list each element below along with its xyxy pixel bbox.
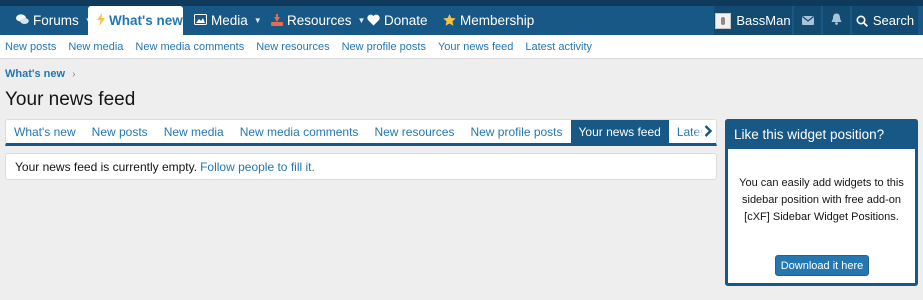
tab-new-profile-posts[interactable]: New profile posts [462, 120, 570, 143]
alerts-button[interactable] [823, 6, 850, 35]
page-title: Your news feed [5, 89, 136, 110]
chevron-right-icon: › [72, 68, 76, 80]
download-button[interactable]: Download it here [775, 255, 869, 276]
tab-row: What's new New posts New media New media… [6, 120, 716, 143]
sidebar-widget: Like this widget position? You can easil… [725, 119, 918, 286]
chevron-right-icon [704, 124, 713, 141]
chevron-down-icon[interactable]: ▼ [358, 16, 366, 25]
tab-scroll-right-button[interactable] [694, 120, 716, 143]
download-icon [271, 13, 283, 28]
widget-body-text: You can easily add widgets to this sideb… [739, 177, 904, 223]
subnav-new-media-comments[interactable]: New media comments [135, 41, 244, 53]
nav-tab-label: What's new [109, 13, 183, 28]
nav-tab-whats-new[interactable]: What's new [88, 6, 183, 35]
breadcrumb: What's new › [5, 68, 75, 80]
search-button[interactable]: Search [852, 6, 918, 35]
widget-title: Like this widget position? [725, 119, 918, 149]
bolt-icon [97, 13, 105, 28]
nav-tab-donate[interactable]: Donate [367, 6, 428, 35]
nav-tab-label: Donate [384, 13, 428, 28]
nav-tab-membership[interactable]: Membership [443, 6, 534, 35]
user-account-button[interactable]: BassMan [714, 6, 792, 35]
subnav-new-resources[interactable]: New resources [256, 41, 329, 53]
tab-your-news-feed[interactable]: Your news feed [570, 120, 669, 143]
nav-tab-forums[interactable]: Forums ▼ [16, 6, 93, 35]
empty-feed-text: Your news feed is currently empty. [15, 159, 198, 174]
avatar [715, 12, 732, 29]
search-icon [856, 14, 868, 27]
nav-tab-label: Forums [33, 13, 79, 28]
nav-tab-label: Media [211, 13, 248, 28]
nav-tab-label: Membership [460, 13, 535, 28]
tab-new-media[interactable]: New media [156, 120, 232, 143]
nav-tab-label: Resources [287, 13, 352, 28]
subnav-new-media[interactable]: New media [68, 41, 123, 53]
image-icon [194, 14, 207, 27]
search-label: Search [872, 13, 915, 28]
subnav-latest-activity[interactable]: Latest activity [525, 41, 592, 53]
tab-new-media-comments[interactable]: New media comments [232, 120, 367, 143]
breadcrumb-link-whats-new[interactable]: What's new [5, 68, 65, 80]
tab-whats-new[interactable]: What's new [6, 120, 84, 143]
follow-people-link[interactable]: Follow people to fill it. [200, 160, 315, 174]
user-navigation: BassMan Search [712, 6, 918, 35]
top-navigation: Forums ▼ What's new Media ▼ Resources ▼ … [0, 0, 923, 35]
chevron-down-icon[interactable]: ▼ [254, 16, 262, 25]
inbox-button[interactable] [794, 6, 821, 35]
nav-tab-media[interactable]: Media ▼ [194, 6, 262, 35]
username: BassMan [736, 13, 791, 28]
star-icon [443, 13, 456, 28]
heart-icon [367, 14, 380, 28]
envelope-icon [801, 13, 814, 28]
subnav-new-posts[interactable]: New posts [5, 41, 56, 53]
sub-navigation: New posts New media New media comments N… [0, 35, 923, 59]
subnav-your-news-feed[interactable]: Your news feed [438, 41, 513, 53]
tab-new-resources[interactable]: New resources [366, 120, 462, 143]
subnav-new-profile-posts[interactable]: New profile posts [342, 41, 426, 53]
empty-feed-message: Your news feed is currently empty. Follo… [5, 153, 717, 180]
bell-icon [831, 13, 842, 28]
tab-bar: What's new New posts New media New media… [5, 119, 717, 146]
tab-new-posts[interactable]: New posts [84, 120, 156, 143]
comments-icon [16, 14, 29, 27]
nav-tab-resources[interactable]: Resources ▼ [271, 6, 365, 35]
